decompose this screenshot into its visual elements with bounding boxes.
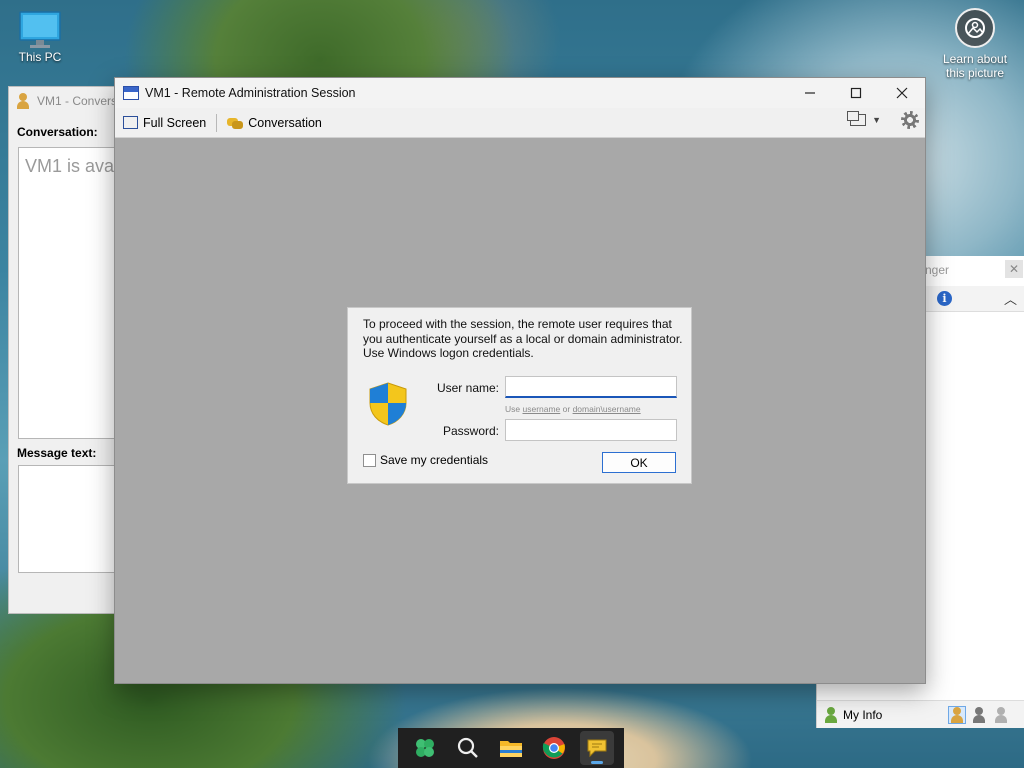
uac-shield-icon: [369, 382, 407, 426]
status-available-icon[interactable]: [948, 705, 966, 724]
user-icon: [823, 706, 839, 723]
messenger-statusbar: My Info: [817, 700, 1024, 728]
start-button[interactable]: [408, 731, 442, 765]
info-icon[interactable]: i: [937, 291, 952, 306]
search-button[interactable]: [451, 731, 485, 765]
message-text-label: Message text:: [17, 446, 97, 460]
window-title: VM1 - Remote Administration Session: [145, 86, 356, 100]
chevron-up-icon[interactable]: ︿: [1004, 289, 1017, 308]
status-busy-icon[interactable]: [971, 706, 987, 723]
this-pc-label: This PC: [18, 50, 62, 64]
conversation-label: Conversation: [248, 115, 322, 130]
conversation-text: VM1 is ava: [25, 156, 115, 176]
conversation-window-titlebar[interactable]: VM1 - Convers: [9, 87, 127, 115]
checkbox-box[interactable]: [363, 453, 376, 467]
toolbar-divider: [216, 113, 218, 132]
username-hint: Use username or domain\username: [505, 404, 641, 414]
chrome-icon: [542, 737, 565, 759]
messenger-titlebar[interactable]: nger ✕: [925, 256, 1024, 284]
gear-icon[interactable]: [901, 111, 919, 129]
maximize-icon: [850, 87, 862, 99]
messenger-title: nger: [925, 263, 950, 277]
session-toolbar: Full Screen Conversation ▼: [115, 108, 925, 138]
full-screen-icon: [123, 116, 138, 129]
user-icon: [15, 93, 31, 109]
conversation-window: VM1 - Convers Conversation: VM1 is ava M…: [8, 86, 130, 614]
remote-admin-taskbar-button[interactable]: [579, 731, 614, 765]
close-icon: [896, 87, 908, 99]
conversation-button[interactable]: Conversation: [219, 111, 330, 135]
close-button[interactable]: [879, 78, 925, 108]
camera-icon: [955, 8, 995, 48]
learn-about-picture-icon[interactable]: Learn about this picture: [932, 8, 1018, 80]
save-credentials-label: Save my credentials: [380, 453, 489, 467]
monitor-select-icon[interactable]: [847, 111, 867, 126]
full-screen-button[interactable]: Full Screen: [115, 111, 214, 135]
save-credentials-checkbox[interactable]: Save my credentials: [363, 453, 488, 467]
chevron-down-icon[interactable]: ▼: [872, 115, 881, 125]
minimize-button[interactable]: [787, 78, 833, 108]
window-titlebar[interactable]: VM1 - Remote Administration Session: [115, 78, 925, 108]
folder-icon: [499, 741, 522, 757]
chrome-button[interactable]: [537, 731, 571, 765]
password-input[interactable]: [505, 419, 677, 441]
messenger-toolbar: i ︿: [925, 286, 1024, 312]
status-offline-icon[interactable]: [993, 706, 1009, 723]
monitor-icon: [19, 11, 61, 48]
app-icon: [123, 86, 139, 100]
hint-middle: or: [560, 404, 573, 414]
chat-icon: [227, 116, 244, 130]
hint-username: username: [522, 404, 561, 414]
password-label: Password:: [442, 424, 499, 438]
auth-message: To proceed with the session, the remote …: [363, 317, 683, 360]
authentication-dialog: To proceed with the session, the remote …: [347, 307, 692, 484]
learn-label: Learn about this picture: [942, 52, 1008, 80]
maximize-button[interactable]: [833, 78, 879, 108]
close-icon[interactable]: ✕: [1005, 260, 1023, 278]
conversation-window-title: VM1 - Convers: [37, 94, 118, 108]
my-info-button[interactable]: My Info: [817, 706, 947, 723]
start-icon: [416, 739, 435, 757]
taskbar: [398, 728, 624, 768]
this-pc-desktop-icon[interactable]: This PC: [10, 10, 70, 64]
my-info-label: My Info: [843, 707, 883, 722]
chat-bubble-icon: [587, 739, 607, 758]
hint-prefix: Use: [505, 404, 523, 414]
hint-domain-username: domain\username: [572, 404, 641, 414]
minimize-icon: [805, 92, 815, 94]
file-explorer-button[interactable]: [494, 731, 528, 765]
conversation-label: Conversation:: [17, 125, 98, 139]
username-input[interactable]: [505, 376, 677, 398]
ok-button[interactable]: OK: [602, 452, 676, 473]
search-icon: [458, 737, 479, 758]
full-screen-label: Full Screen: [143, 115, 207, 130]
username-label: User name:: [436, 381, 499, 395]
